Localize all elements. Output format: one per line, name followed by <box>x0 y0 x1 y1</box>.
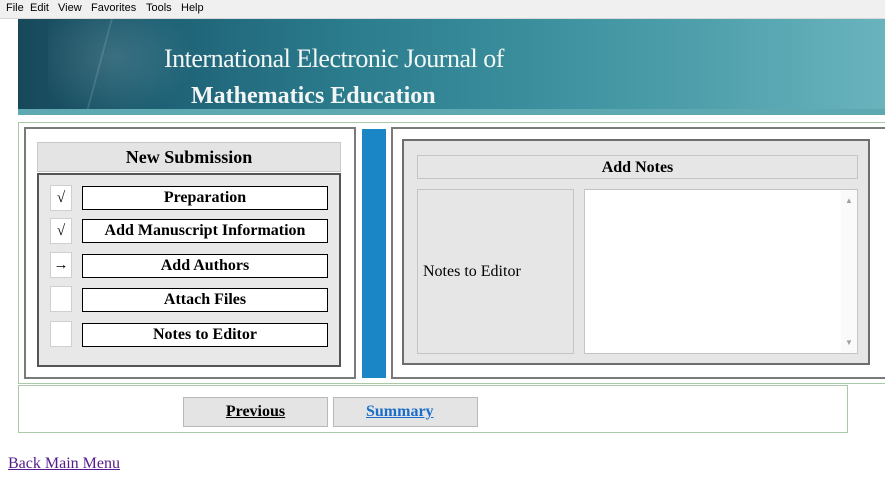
banner-strip <box>18 109 885 115</box>
step-mark-manuscript-info: √ <box>50 218 72 244</box>
scroll-up-arrow-icon[interactable]: ▲ <box>845 196 853 205</box>
step-notes-to-editor[interactable]: Notes to Editor <box>82 323 328 347</box>
step-add-manuscript-information[interactable]: Add Manuscript Information <box>82 219 328 243</box>
notes-to-editor-textarea[interactable]: ▲ ▼ <box>584 189 858 354</box>
journal-banner: International Electronic Journal of Math… <box>18 19 885 115</box>
banner-title-line1: International Electronic Journal of <box>164 44 504 73</box>
summary-button[interactable]: Summary <box>333 397 478 427</box>
notes-to-editor-label: Notes to Editor <box>423 263 521 280</box>
step-attach-files[interactable]: Attach Files <box>82 288 328 312</box>
menu-edit[interactable]: Edit <box>30 2 49 14</box>
textarea-scrollbar[interactable]: ▲ ▼ <box>841 190 857 353</box>
divider-bar <box>362 129 386 378</box>
step-mark-add-authors: → <box>50 252 72 278</box>
previous-button[interactable]: Previous <box>183 397 328 427</box>
menu-favorites[interactable]: Favorites <box>91 2 136 14</box>
menu-tools[interactable]: Tools <box>146 2 172 14</box>
step-mark-preparation: √ <box>50 185 72 211</box>
step-add-authors[interactable]: Add Authors <box>82 254 328 278</box>
back-main-menu-link[interactable]: Back Main Menu <box>8 455 120 473</box>
menu-file[interactable]: File <box>6 2 24 14</box>
menu-help[interactable]: Help <box>181 2 204 14</box>
step-mark-attach-files <box>50 286 72 312</box>
scroll-down-arrow-icon[interactable]: ▼ <box>845 338 853 347</box>
step-preparation[interactable]: Preparation <box>82 186 328 210</box>
banner-title-line2: Mathematics Education <box>191 83 436 109</box>
menu-view[interactable]: View <box>58 2 82 14</box>
new-submission-heading: New Submission <box>37 142 341 172</box>
add-notes-heading: Add Notes <box>417 155 858 179</box>
menu-bar: File Edit View Favorites Tools Help <box>0 0 885 19</box>
step-mark-notes-to-editor <box>50 321 72 347</box>
